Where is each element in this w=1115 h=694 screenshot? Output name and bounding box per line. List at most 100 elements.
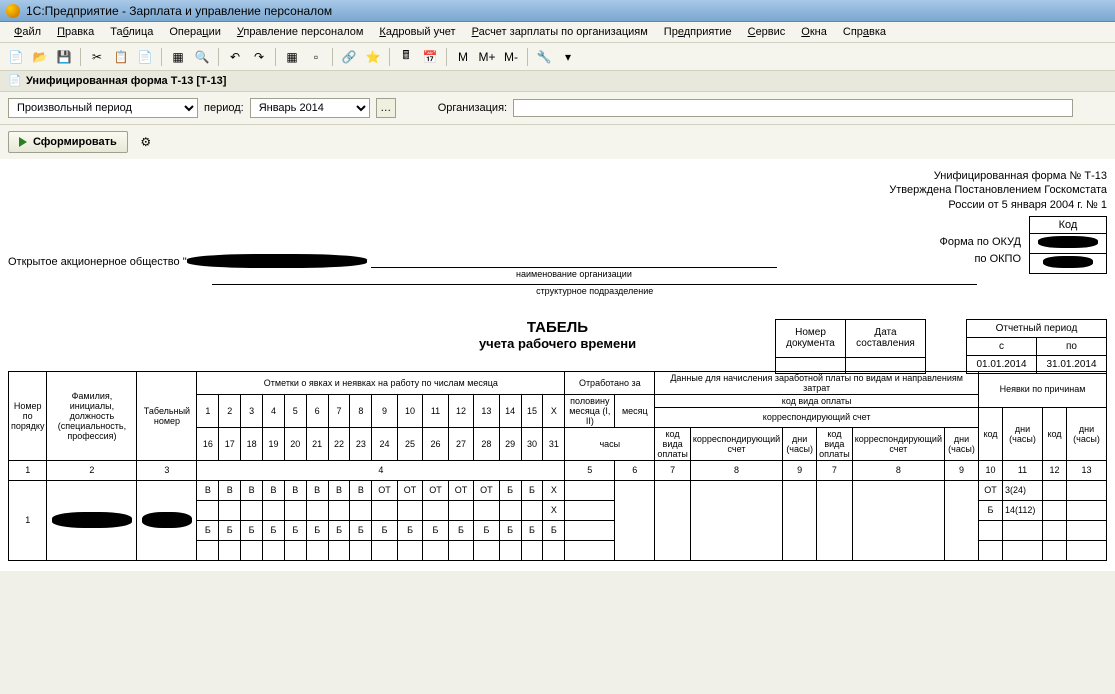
data-row-1a: 1 В В В В В В В В ОТ ОТ ОТ ОТ ОТ Б Б Х О… bbox=[9, 480, 1107, 500]
tb-star-icon[interactable]: ⭐ bbox=[363, 47, 383, 67]
tb-new-icon[interactable]: 📄 bbox=[6, 47, 26, 67]
filter-row: Произвольный период период: Январь 2014 … bbox=[0, 92, 1115, 125]
generate-button[interactable]: Сформировать bbox=[8, 131, 128, 153]
doc-subtitle: учета рабочего времени bbox=[308, 336, 808, 351]
tb-undo-icon[interactable]: ↶ bbox=[225, 47, 245, 67]
period-to-value: 31.01.2014 bbox=[1037, 355, 1107, 373]
org-sub-2: структурное подразделение bbox=[212, 286, 977, 296]
tb-copy-icon[interactable]: 📋 bbox=[111, 47, 131, 67]
document-tab-title: Унифицированная форма Т-13 [Т-13] bbox=[26, 75, 226, 87]
okpo-label: по ОКПО bbox=[940, 251, 1022, 269]
meta-num-header: Номер документа bbox=[776, 319, 846, 357]
col-abs-code1: код bbox=[979, 407, 1003, 460]
col-half-month: половину месяца (I, II) bbox=[565, 394, 615, 427]
col-account: корреспондирующий счет bbox=[655, 407, 979, 427]
period-label: период: bbox=[204, 102, 244, 114]
menu-service[interactable]: Сервис bbox=[742, 24, 792, 40]
document-icon: 📄 bbox=[8, 74, 22, 88]
period-title: Отчетный период bbox=[967, 319, 1107, 337]
org-label: Организация: bbox=[438, 102, 507, 114]
col-abs-days1: дни (часы) bbox=[1003, 407, 1043, 460]
col-num: Номер по порядку bbox=[9, 371, 47, 460]
tab-num-redacted bbox=[142, 512, 192, 528]
menu-edit[interactable]: Правка bbox=[51, 24, 100, 40]
doc-header: Унифицированная форма № Т-13 Утверждена … bbox=[8, 169, 1107, 212]
report-document: Унифицированная форма № Т-13 Утверждена … bbox=[0, 159, 1115, 571]
menu-windows[interactable]: Окна bbox=[795, 24, 833, 40]
okud-label: Форма по ОКУД bbox=[940, 234, 1022, 252]
menu-bar: Файл Правка Таблица Операции Управление … bbox=[0, 22, 1115, 43]
org-prefix: Открытое акционерное общество " bbox=[8, 256, 187, 268]
col-abs-code2: код bbox=[1043, 407, 1067, 460]
absence-code-1: ОТ bbox=[979, 480, 1003, 500]
menu-file[interactable]: Файл bbox=[8, 24, 47, 40]
doc-meta-table: Номер документа Дата составления bbox=[775, 319, 926, 374]
kod-table: Код bbox=[1029, 216, 1107, 274]
menu-enterprise[interactable]: Предприятие bbox=[658, 24, 738, 40]
tb-sheet-icon[interactable]: ▦ bbox=[168, 47, 188, 67]
header-line-3: России от 5 января 2004 г. № 1 bbox=[8, 198, 1107, 212]
tb-save-icon[interactable]: 💾 bbox=[54, 47, 74, 67]
employee-name-redacted bbox=[52, 512, 132, 528]
tb-calc-icon[interactable]: 🖩 bbox=[396, 47, 416, 67]
tb-mminus[interactable]: M- bbox=[501, 47, 521, 67]
header-line-1: Унифицированная форма № Т-13 bbox=[8, 169, 1107, 183]
period-type-select[interactable]: Произвольный период bbox=[8, 98, 198, 118]
row-num: 1 bbox=[9, 480, 47, 560]
col-name: Фамилия, инициалы, должность (специально… bbox=[47, 371, 137, 460]
col-payroll: Данные для начисления заработной платы п… bbox=[655, 371, 979, 394]
absence-val-1: 3(24) bbox=[1003, 480, 1043, 500]
period-from-value: 01.01.2014 bbox=[967, 355, 1037, 373]
tb-mplus[interactable]: M+ bbox=[477, 47, 497, 67]
okpo-value-redacted bbox=[1043, 256, 1093, 268]
app-logo-icon bbox=[6, 4, 20, 18]
tb-cut-icon[interactable]: ✂ bbox=[87, 47, 107, 67]
play-icon bbox=[19, 137, 27, 147]
absence-code-2: Б bbox=[979, 500, 1003, 520]
col-worked: Отработано за bbox=[565, 371, 655, 394]
period-to-label: по bbox=[1037, 337, 1107, 355]
kod-header: Код bbox=[1030, 216, 1107, 233]
header-line-2: Утверждена Постановлением Госкомстата bbox=[8, 183, 1107, 197]
subdivision-row: структурное подразделение bbox=[208, 284, 977, 285]
org-input[interactable] bbox=[513, 99, 1073, 117]
absence-val-2: 14(112) bbox=[1003, 500, 1043, 520]
period-value-select[interactable]: Январь 2014 bbox=[250, 98, 370, 118]
col-marks: Отметки о явках и неявках на работу по ч… bbox=[197, 371, 565, 394]
tb-dropdown-icon[interactable]: ▾ bbox=[558, 47, 578, 67]
menu-help[interactable]: Справка bbox=[837, 24, 892, 40]
report-period-table: Отчетный период с по 01.01.2014 31.01.20… bbox=[966, 319, 1107, 374]
col-abs-days2: дни (часы) bbox=[1067, 407, 1107, 460]
tb-calendar-icon[interactable]: 📅 bbox=[420, 47, 440, 67]
menu-hr[interactable]: Управление персоналом bbox=[231, 24, 370, 40]
col-month: месяц bbox=[615, 394, 655, 427]
tb-redo-icon[interactable]: ↷ bbox=[249, 47, 269, 67]
tb-table-icon[interactable]: ▦ bbox=[282, 47, 302, 67]
timesheet-table: Номер по порядку Фамилия, инициалы, долж… bbox=[8, 371, 1107, 561]
tb-settings-icon[interactable]: 🔧 bbox=[534, 47, 554, 67]
tb-m[interactable]: M bbox=[453, 47, 473, 67]
col-paycode: код вида оплаты bbox=[655, 394, 979, 407]
okud-value-redacted bbox=[1038, 236, 1098, 248]
col-tabnum: Табельный номер bbox=[137, 371, 197, 460]
settings-icon[interactable]: ⚙ bbox=[136, 132, 156, 152]
tb-paste-icon[interactable]: 📄 bbox=[135, 47, 155, 67]
meta-date-header: Дата составления bbox=[846, 319, 926, 357]
menu-operations[interactable]: Операции bbox=[163, 24, 226, 40]
org-sub-1: наименование организации bbox=[371, 269, 778, 279]
menu-table[interactable]: Таблица bbox=[104, 24, 159, 40]
tb-open-icon[interactable]: 📂 bbox=[30, 47, 50, 67]
main-toolbar: 📄 📂 💾 ✂ 📋 📄 ▦ 🔍 ↶ ↷ ▦ ▫ 🔗 ⭐ 🖩 📅 M M+ M- … bbox=[0, 43, 1115, 71]
tb-search-icon[interactable]: 🔍 bbox=[192, 47, 212, 67]
tb-cell-icon[interactable]: ▫ bbox=[306, 47, 326, 67]
period-picker-button[interactable]: … bbox=[376, 98, 396, 118]
menu-payroll[interactable]: Расчет зарплаты по организациям bbox=[466, 24, 654, 40]
tb-link-icon[interactable]: 🔗 bbox=[339, 47, 359, 67]
menu-personnel[interactable]: Кадровый учет bbox=[373, 24, 461, 40]
col-absence: Неявки по причинам bbox=[979, 371, 1107, 407]
doc-title: ТАБЕЛЬ bbox=[308, 319, 808, 336]
action-row: Сформировать ⚙ bbox=[0, 125, 1115, 159]
document-tab-header: 📄 Унифицированная форма Т-13 [Т-13] bbox=[0, 71, 1115, 92]
title-bar: 1С:Предприятие - Зарплата и управление п… bbox=[0, 0, 1115, 22]
app-title: 1С:Предприятие - Зарплата и управление п… bbox=[26, 4, 332, 18]
